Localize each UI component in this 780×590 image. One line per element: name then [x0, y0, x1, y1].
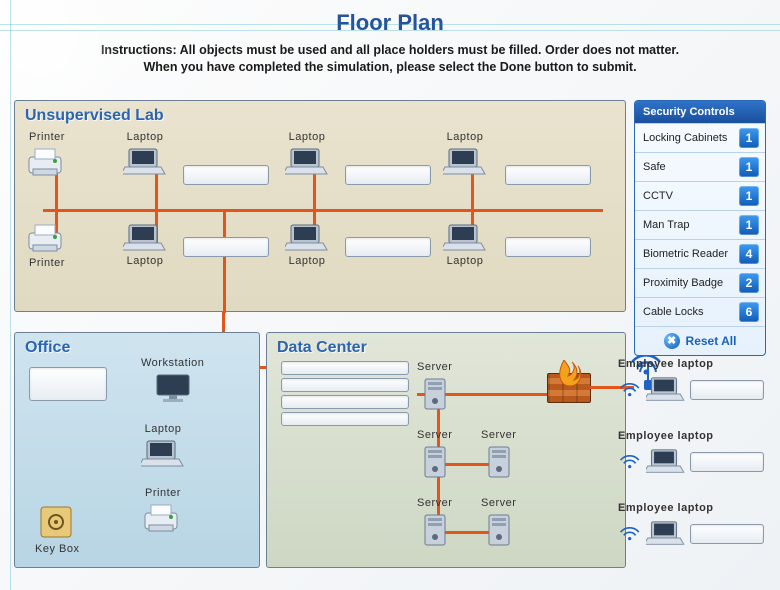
drop-slot[interactable] — [505, 237, 591, 257]
server-icon[interactable] — [483, 445, 515, 479]
device-label: Laptop — [127, 255, 164, 267]
security-item[interactable]: Cable Locks 6 — [635, 297, 765, 326]
device-label: Laptop — [127, 131, 164, 143]
security-item-label: Cable Locks — [643, 306, 704, 318]
server-icon[interactable] — [419, 445, 451, 479]
workstation-icon[interactable] — [153, 373, 193, 403]
security-item-label: Safe — [643, 161, 666, 173]
server-icon[interactable] — [419, 513, 451, 547]
laptop-icon[interactable] — [123, 147, 167, 177]
drop-slot[interactable] — [281, 395, 409, 409]
security-item-count: 1 — [739, 128, 759, 148]
security-item-count: 2 — [739, 273, 759, 293]
device-label: Laptop — [145, 423, 182, 435]
zone-title-lab: Unsupervised Lab — [25, 107, 164, 125]
zone-unsupervised-lab: Unsupervised Lab Printer Laptop Laptop L… — [14, 100, 626, 312]
security-item-count: 1 — [739, 186, 759, 206]
device-label: Key Box — [35, 543, 79, 555]
reset-icon: ✖ — [664, 333, 680, 349]
device-label: Server — [417, 429, 452, 441]
safe-icon[interactable] — [39, 505, 75, 541]
drop-slot[interactable] — [29, 367, 107, 401]
drop-slot[interactable] — [281, 378, 409, 392]
device-label: Workstation — [141, 357, 204, 369]
security-item[interactable]: Biometric Reader 4 — [635, 239, 765, 268]
laptop-icon[interactable] — [123, 223, 167, 253]
security-item-count: 6 — [739, 302, 759, 322]
device-label: Laptop — [447, 131, 484, 143]
device-label: Printer — [145, 487, 181, 499]
zone-data-center: Data Center Server Server Server Server … — [266, 332, 626, 568]
device-label: Server — [481, 497, 516, 509]
device-label: Laptop — [289, 255, 326, 267]
printer-icon[interactable] — [25, 147, 69, 179]
instructions-line1: Instructions: All objects must be used a… — [101, 43, 679, 57]
flame-icon — [554, 360, 584, 386]
drop-slot[interactable] — [345, 237, 431, 257]
laptop-icon[interactable] — [646, 376, 686, 404]
drop-slot[interactable] — [690, 452, 764, 472]
security-item[interactable]: Locking Cabinets 1 — [635, 123, 765, 152]
security-item[interactable]: Proximity Badge 2 — [635, 268, 765, 297]
instructions-line2: When you have completed the simulation, … — [143, 60, 636, 74]
laptop-icon[interactable] — [646, 448, 686, 476]
zone-title-office: Office — [25, 339, 70, 357]
security-item-label: Man Trap — [643, 219, 689, 231]
security-item-label: Biometric Reader — [643, 248, 728, 260]
device-label: Server — [481, 429, 516, 441]
security-item-count: 1 — [739, 215, 759, 235]
drop-slot[interactable] — [183, 237, 269, 257]
drop-slot[interactable] — [345, 165, 431, 185]
device-label: Printer — [29, 257, 65, 269]
device-label: Printer — [29, 131, 65, 143]
firewall-icon[interactable] — [547, 373, 591, 403]
printer-icon[interactable] — [25, 223, 69, 255]
drop-slot[interactable] — [281, 412, 409, 426]
drop-slot[interactable] — [690, 524, 764, 544]
laptop-icon[interactable] — [285, 223, 329, 253]
drop-slot[interactable] — [183, 165, 269, 185]
laptop-icon[interactable] — [443, 223, 487, 253]
wifi-icon — [618, 523, 642, 545]
security-item-label: Locking Cabinets — [643, 132, 727, 144]
security-controls-header: Security Controls — [635, 101, 765, 123]
server-icon[interactable] — [483, 513, 515, 547]
security-item[interactable]: Safe 1 — [635, 152, 765, 181]
laptop-icon[interactable] — [141, 439, 185, 469]
security-item[interactable]: Man Trap 1 — [635, 210, 765, 239]
drop-slot[interactable] — [505, 165, 591, 185]
reset-all-button[interactable]: ✖ Reset All — [635, 326, 765, 355]
device-label: Employee laptop — [618, 358, 714, 370]
laptop-icon[interactable] — [443, 147, 487, 177]
drop-slot[interactable] — [690, 380, 764, 400]
security-item[interactable]: CCTV 1 — [635, 181, 765, 210]
laptop-icon[interactable] — [646, 520, 686, 548]
device-label: Laptop — [447, 255, 484, 267]
wifi-icon — [618, 379, 642, 401]
zone-office: Office Workstation Laptop Printer Key Bo… — [14, 332, 260, 568]
security-item-count: 1 — [739, 157, 759, 177]
security-item-count: 4 — [739, 244, 759, 264]
reset-label: Reset All — [686, 334, 737, 348]
wifi-icon — [618, 451, 642, 473]
device-label: Employee laptop — [618, 430, 714, 442]
drop-slot[interactable] — [281, 361, 409, 375]
device-label: Server — [417, 497, 452, 509]
security-item-label: CCTV — [643, 190, 673, 202]
server-icon[interactable] — [419, 377, 451, 411]
zone-title-dc: Data Center — [277, 339, 367, 357]
device-label: Employee laptop — [618, 502, 714, 514]
printer-icon[interactable] — [141, 503, 185, 535]
device-label: Server — [417, 361, 452, 373]
security-item-label: Proximity Badge — [643, 277, 723, 289]
laptop-icon[interactable] — [285, 147, 329, 177]
device-label: Laptop — [289, 131, 326, 143]
security-controls-panel: Security Controls Locking Cabinets 1 Safe… — [634, 100, 766, 356]
